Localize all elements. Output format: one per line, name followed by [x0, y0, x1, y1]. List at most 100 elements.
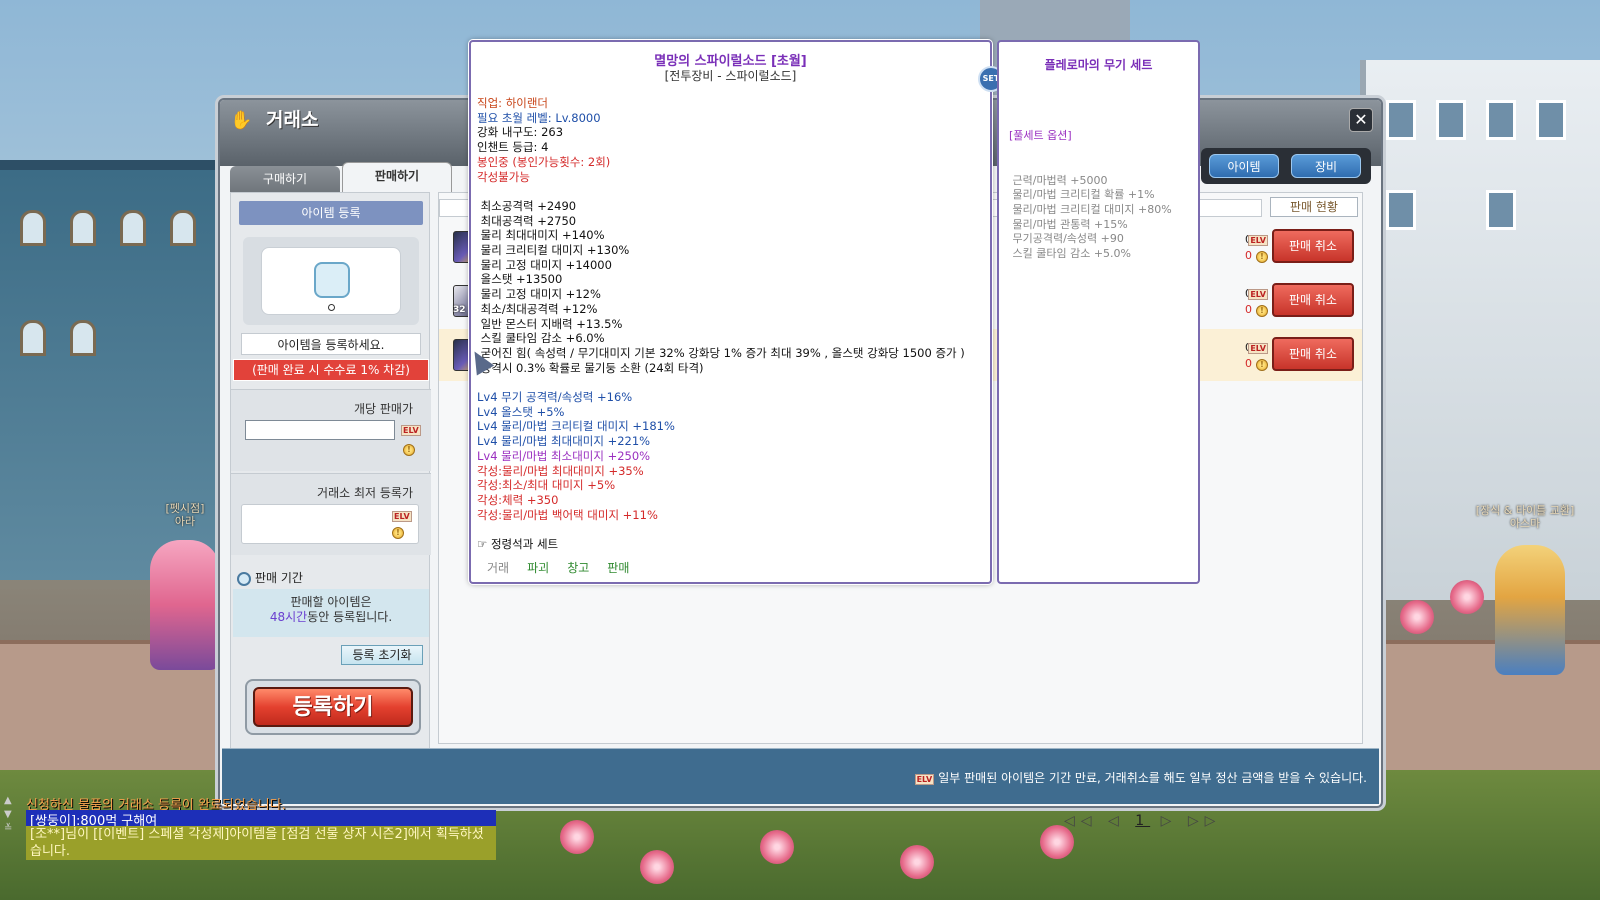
set-option: 물리/마법 크리티컬 확률 +1% — [1009, 188, 1155, 202]
category-tabs: 아이템 장비 — [1201, 148, 1371, 184]
reset-registration-button[interactable]: 등록 초기화 — [341, 645, 423, 665]
window-title: 거래소 — [266, 109, 319, 131]
sale-period-info: 판매할 아이템은 48시간동안 등록됩니다. — [233, 589, 429, 637]
next-page-icon[interactable]: ▷ — [1161, 813, 1178, 829]
tooltip-line: 물리 최대대미지 +140% — [477, 228, 605, 243]
flower — [760, 830, 794, 864]
first-page-icon[interactable]: ◁◁ — [1064, 813, 1098, 829]
lowest-price-label: 거래소 최저 등록가 — [317, 486, 413, 500]
set-option: 근력/마법력 +5000 — [1009, 173, 1108, 187]
last-page-icon[interactable]: ▷▷ — [1188, 813, 1222, 829]
elv-icon: ELV — [1248, 235, 1268, 246]
item-slot[interactable] — [261, 247, 401, 315]
npc-left[interactable] — [150, 540, 220, 670]
flower — [1400, 600, 1434, 634]
tooltip-line: 공격시 0.3% 확률로 물기둥 소환 (24회 타격) — [477, 360, 704, 375]
tab-sell[interactable]: 판매하기 — [342, 162, 452, 192]
clock-icon — [237, 571, 251, 586]
item-category-button[interactable]: 아이템 — [1209, 154, 1279, 178]
tooltip-line: 최소/최대공격력 +12% — [477, 301, 598, 316]
tooltip-line: 굳어진 힘( 속성력 / 무기대미지 기본 32% 강화당 1% 증가 최대 3… — [477, 345, 965, 360]
set-option: 무기공격력/속성력 +90 — [1009, 232, 1124, 246]
sale-period-label: 판매 기간 — [255, 571, 303, 585]
elv-icon: ELV — [1248, 343, 1268, 354]
tooltip-line: 직업: 하이랜더 — [477, 96, 549, 110]
coin-icon: ! — [392, 527, 404, 539]
fee-notice: (판매 완료 시 수수료 1% 차감) — [233, 359, 429, 381]
notice-text: 일부 판매된 아이템은 기간 만료, 거래취소를 해도 일부 정산 금액을 받을… — [938, 771, 1367, 785]
coin-icon: ! — [403, 444, 415, 456]
tooltip-line: 각성:체력 +350 — [477, 492, 559, 507]
elv-icon: ELV — [401, 425, 421, 436]
unit-price-label: 개당 판매가 — [353, 402, 413, 416]
row-coin-price: 0 — [1245, 249, 1252, 262]
tooltip-actions: 거래 파괴 창고 판매 — [487, 559, 647, 576]
flower — [1040, 825, 1074, 859]
set-options: [풀세트 옵션] 근력/마법력 +5000 물리/마법 크리티컬 확률 +1% … — [1009, 100, 1172, 291]
flower — [1450, 580, 1484, 614]
tooltip-line: 각성불가능 — [477, 169, 530, 184]
row-coin-price: 0 — [1245, 303, 1252, 316]
pagination: ◁◁ ◁ 1 ▷ ▷▷ — [1064, 813, 1221, 829]
unit-price-input[interactable] — [245, 420, 395, 440]
cancel-sale-button[interactable]: 판매 취소 — [1272, 337, 1354, 371]
tooltip-line: 올스탯 +13500 — [477, 272, 563, 287]
prev-page-icon[interactable]: ◁ — [1108, 813, 1125, 829]
flower — [640, 850, 674, 884]
set-header: [풀세트 옵션] — [1009, 129, 1072, 143]
elv-icon: ELV — [392, 511, 412, 522]
tooltip-stats: 직업: 하이랜더 필요 초월 레벨: Lv.8000 강화 내구도: 263 인챈트 … — [477, 96, 986, 552]
tooltip-line: 각성:최소/최대 대미지 +5% — [477, 478, 616, 493]
register-prompt: 아이템을 등록하세요. — [241, 333, 421, 355]
tooltip-line: 각성:물리/마법 최대대미지 +35% — [477, 463, 644, 478]
tooltip-line — [477, 522, 986, 537]
coin-icon: ! — [1256, 305, 1268, 317]
tooltip-line: 최소공격력 +2490 — [477, 198, 577, 213]
set-tooltip: 플레로마의 무기 세트 [풀세트 옵션] 근력/마법력 +5000 물리/마법 … — [997, 40, 1200, 584]
item-level-badge: 32 — [453, 305, 466, 315]
period-line1: 판매할 아이템은 — [290, 595, 372, 609]
tooltip-line — [477, 375, 986, 390]
tooltip-action[interactable]: 거래 — [487, 561, 509, 575]
tab-buy[interactable]: 구매하기 — [230, 166, 340, 192]
slot-icon — [314, 262, 350, 298]
tooltip-line: Lv4 무기 공격력/속성력 +16% — [477, 390, 633, 405]
tooltip-subtitle: [전투장비 - 스파이럴소드] — [664, 69, 797, 83]
chat-window: ▲ ▼ ≚ 신청하신 물품의 거래소 등록이 완료되었습니다. [쌍둥이]:800먹… — [0, 790, 520, 900]
cancel-sale-button[interactable]: 판매 취소 — [1272, 229, 1354, 263]
equip-category-button[interactable]: 장비 — [1291, 154, 1361, 178]
set-title: 플레로마의 무기 세트 — [1044, 58, 1153, 72]
register-panel: 아이템 등록 아이템을 등록하세요. (판매 완료 시 수수료 1% 차감) 개… — [230, 192, 431, 800]
flower — [560, 820, 594, 854]
tooltip-line: 물리 고정 대미지 +14000 — [477, 257, 612, 272]
tooltip-line: 봉인중 (봉인가능횟수: 2회) — [477, 154, 611, 169]
register-button-frame: 등록하기 — [245, 679, 421, 735]
period-line2: 동안 등록됩니다. — [307, 610, 393, 624]
set-option: 물리/마법 관통력 +15% — [1009, 217, 1128, 231]
item-tooltip: 멸망의 스파이럴소드 [초월] [전투장비 - 스파이럴소드] SET 직업: … — [469, 40, 1004, 584]
tooltip-line: Lv4 물리/마법 크리티컬 대미지 +181% — [477, 419, 675, 434]
tooltip-line: 물리 고정 대미지 +12% — [477, 287, 601, 302]
chat-scroll-arrows[interactable]: ▲ ▼ ≚ — [4, 794, 20, 836]
sale-status-button[interactable]: 판매 현황 — [1270, 197, 1358, 217]
tooltip-line: 물리 크리티컬 대미지 +130% — [477, 243, 630, 258]
tooltip-line: 필요 초월 레벨: Lv.8000 — [477, 110, 601, 125]
tooltip-line: Lv4 올스탯 +5% — [477, 404, 565, 419]
npc-right[interactable] — [1495, 545, 1565, 675]
elv-icon: ELV — [1248, 289, 1268, 300]
slot-indicator — [328, 304, 335, 311]
tooltip-line: Lv4 물리/마법 최소대미지 +250% — [477, 448, 651, 463]
coin-icon: ! — [1256, 251, 1268, 263]
cancel-sale-button[interactable]: 판매 취소 — [1272, 283, 1354, 317]
close-icon[interactable]: ✕ — [1349, 108, 1373, 132]
register-button[interactable]: 등록하기 — [253, 687, 413, 727]
tooltip-line: Lv4 물리/마법 최대대미지 +221% — [477, 434, 651, 449]
lowest-price-display: ELV ! — [241, 504, 419, 544]
tooltip-line: 강화 내구도: 263 — [477, 125, 564, 140]
tooltip-action[interactable]: 창고 — [567, 561, 589, 575]
chat-line: [조**]님이 [[이벤트] 스페셜 각성제]아이템을 [점검 선물 상자 시즌… — [26, 826, 496, 860]
tooltip-action[interactable]: 판매 — [607, 561, 629, 575]
handshake-icon: ✋ — [230, 110, 253, 131]
current-page[interactable]: 1 — [1135, 813, 1150, 829]
tooltip-action[interactable]: 파괴 — [527, 561, 549, 575]
